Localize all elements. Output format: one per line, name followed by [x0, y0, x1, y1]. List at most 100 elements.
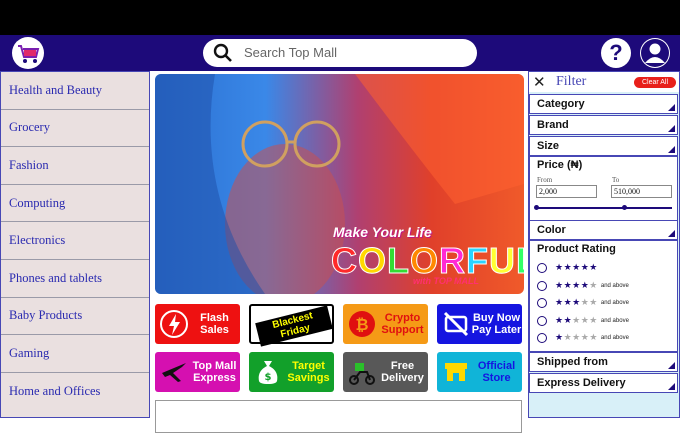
category-sidebar: Health and Beauty Grocery Fashion Computing… — [0, 71, 150, 418]
promo-tile-label: Flash Sales — [189, 312, 240, 336]
star-rating-icon: ★★★★★ — [555, 280, 598, 291]
promo-tile[interactable]: Blackest Friday — [249, 304, 334, 347]
content-panel — [155, 400, 522, 433]
airplane-icon — [159, 357, 189, 387]
filter-color[interactable]: Color — [529, 220, 678, 240]
promo-tile-label-line: Savings — [287, 372, 330, 384]
promo-tile[interactable]: $ Target Savings — [249, 352, 334, 392]
filter-express-delivery[interactable]: Express Delivery — [529, 373, 678, 393]
promo-tile-label-line: Express — [193, 372, 236, 384]
hero-letter: U — [489, 240, 517, 282]
rating-option[interactable]: ★★★★★ and above — [537, 332, 629, 344]
filter-price-label: Price (₦) — [537, 159, 583, 171]
promo-tile[interactable]: Flash Sales — [155, 304, 240, 344]
promo-tile[interactable]: ₿ Crypto Support — [343, 304, 428, 344]
star-rating-icon: ★★★★★ — [555, 263, 598, 273]
filter-category-label: Category — [537, 98, 585, 110]
star-rating-icon: ★★★★★ — [555, 315, 598, 326]
chevron-down-icon — [668, 230, 675, 237]
promo-tile-label-line: Buy Now — [472, 312, 521, 324]
hero-headline: Make Your Life — [333, 224, 432, 240]
top-black-bar — [0, 0, 680, 35]
rating-option[interactable]: ★★★★★ and above — [537, 280, 629, 292]
promo-tile-label-line: Free — [390, 360, 415, 372]
radio-button[interactable] — [537, 263, 547, 273]
clear-all-button[interactable]: Clear All — [634, 77, 676, 88]
rating-option[interactable]: ★★★★★ and above — [537, 315, 629, 327]
promo-tile[interactable]: Buy Now Pay Later — [437, 304, 522, 344]
promo-tile[interactable]: Top Mall Express — [155, 352, 240, 392]
filter-rating-label: Product Rating — [537, 243, 616, 255]
store-icon — [441, 357, 471, 387]
chevron-down-icon — [668, 125, 675, 132]
star-rating-icon: ★★★★★ — [555, 298, 598, 308]
radio-button[interactable] — [537, 280, 547, 291]
filter-title: Filter — [556, 74, 587, 89]
rating-suffix: and above — [600, 282, 629, 289]
promo-tile-label-line: Delivery — [381, 372, 424, 384]
chevron-down-icon — [668, 383, 675, 390]
price-slider-max-handle[interactable] — [622, 205, 628, 210]
sidebar-item[interactable]: Home and Offices — [1, 373, 149, 411]
filter-panel: ✕ Filter Clear All Category Brand Size P… — [528, 71, 680, 418]
close-icon[interactable]: ✕ — [533, 73, 546, 91]
header-bar: Search Top Mall ? — [0, 35, 680, 71]
search-bar[interactable]: Search Top Mall — [203, 39, 477, 67]
price-slider-track[interactable] — [536, 207, 672, 209]
sidebar-item[interactable]: Computing — [1, 185, 149, 223]
filter-color-label: Color — [537, 224, 566, 236]
filter-price: Price (₦) From To 2,000 510,000 — [529, 156, 678, 221]
rating-option[interactable]: ★★★★★ and above — [537, 297, 629, 309]
price-from-input[interactable]: 2,000 — [536, 185, 597, 198]
hero-letter: L — [516, 240, 524, 282]
filter-express-delivery-label: Express Delivery — [537, 377, 626, 389]
sidebar-item[interactable]: Fashion — [1, 147, 149, 185]
rating-suffix: and above — [600, 300, 629, 306]
hero-banner[interactable]: Make Your Life COLORFUL with TOP MALL — [155, 74, 524, 294]
rating-option[interactable]: ★★★★★ — [537, 262, 598, 274]
radio-button[interactable] — [537, 315, 547, 326]
filter-rating: Product Rating ★★★★★ ★★★★★ and above ★★★★★ a… — [529, 240, 678, 352]
promo-tile[interactable]: Official Store — [437, 352, 522, 392]
no-card-icon — [441, 309, 471, 339]
hero-letter: F — [466, 240, 490, 282]
promo-tile-label: Crypto Support — [377, 312, 428, 336]
promo-tile-label-line: Official — [477, 360, 516, 372]
filter-size[interactable]: Size — [529, 136, 678, 156]
promo-tile-label-line: Pay Later — [471, 324, 522, 336]
search-input[interactable]: Search Top Mall — [244, 45, 337, 60]
radio-button[interactable] — [537, 333, 547, 343]
promo-tile-label: Free Delivery — [377, 360, 428, 384]
sidebar-item[interactable]: Electronics — [1, 222, 149, 260]
star-rating-icon: ★★★★★ — [555, 333, 598, 343]
hero-brand-tag: with TOP MALL — [413, 276, 479, 286]
filter-brand[interactable]: Brand — [529, 115, 678, 135]
hero-letter: C — [331, 240, 358, 282]
hero-letter: O — [410, 240, 440, 282]
price-slider-min-handle[interactable] — [534, 205, 539, 210]
hero-letter: O — [357, 240, 388, 282]
sidebar-item[interactable]: Gaming — [1, 335, 149, 373]
sidebar-item[interactable]: Health and Beauty — [1, 72, 149, 110]
cart-logo-icon[interactable] — [12, 37, 44, 69]
promo-tile-label-line: Crypto — [384, 312, 421, 324]
filter-shipped-from[interactable]: Shipped from — [529, 352, 678, 372]
radio-button[interactable] — [537, 298, 547, 308]
chevron-down-icon — [668, 362, 675, 369]
sidebar-item[interactable]: Baby Products — [1, 298, 149, 336]
promo-tile-label: Target Savings — [283, 360, 334, 384]
delivery-bike-icon — [347, 357, 377, 387]
user-account-icon[interactable] — [640, 38, 670, 68]
filter-category[interactable]: Category — [529, 94, 678, 114]
sidebar-item[interactable]: Phones and tablets — [1, 260, 149, 298]
promo-tile[interactable]: Free Delivery — [343, 352, 428, 392]
sidebar-item[interactable]: Grocery — [1, 110, 149, 148]
promo-tile-label-line: Flash — [200, 312, 229, 324]
chevron-down-icon — [668, 146, 675, 153]
lightning-icon — [159, 309, 189, 339]
promo-tile-label: Buy Now Pay Later — [471, 312, 522, 336]
price-from-label: From — [537, 176, 553, 184]
price-to-input[interactable]: 510,000 — [611, 185, 672, 198]
help-icon[interactable]: ? — [601, 38, 631, 68]
rating-suffix: and above — [600, 317, 629, 324]
